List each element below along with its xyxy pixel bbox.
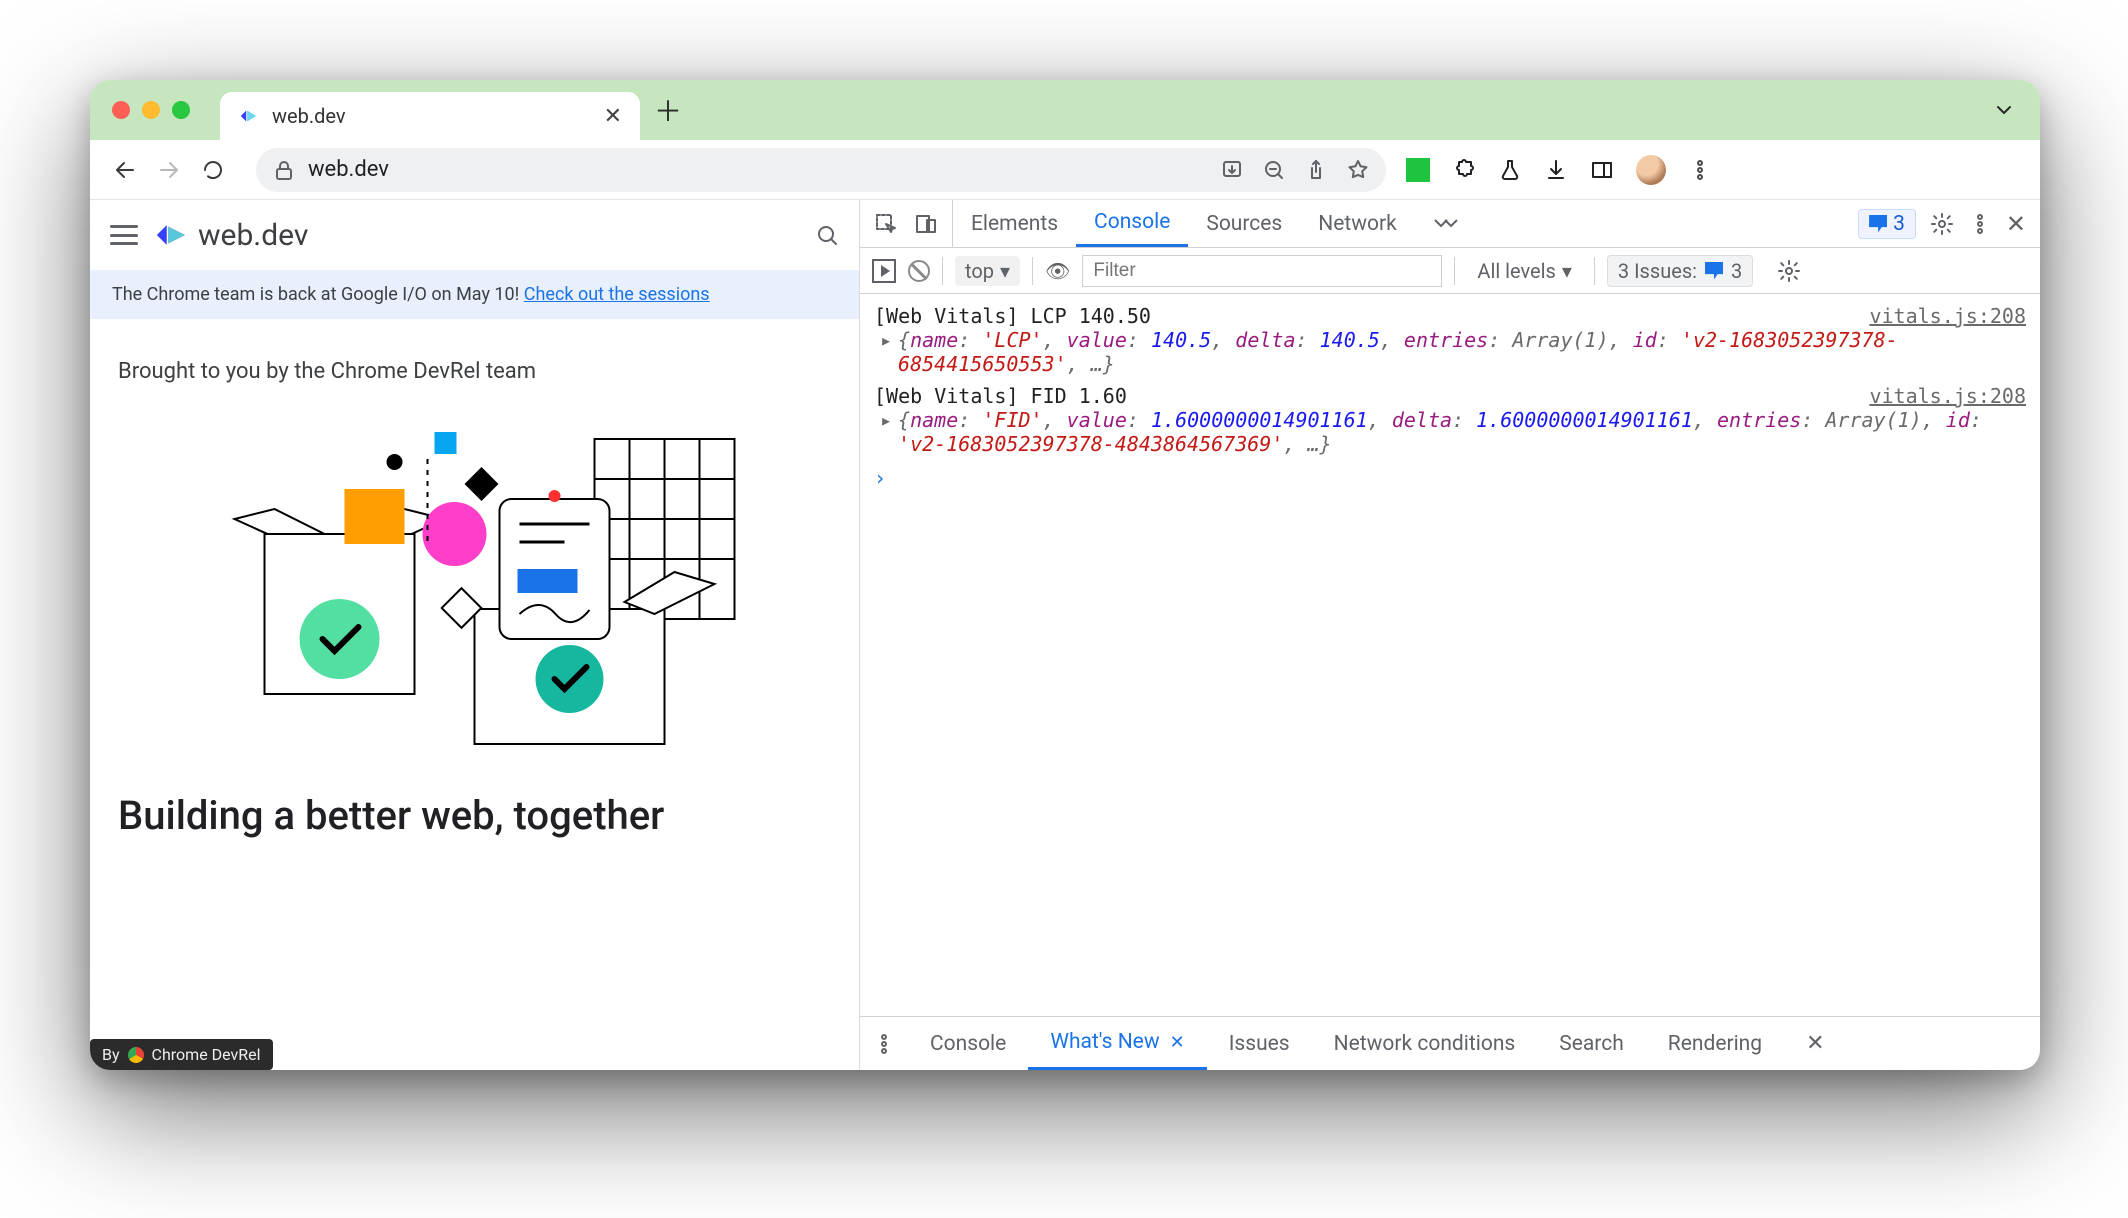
devtools-close-icon[interactable]: ✕ [2006, 210, 2026, 238]
bookmark-star-icon[interactable] [1346, 158, 1370, 182]
announcement-banner: The Chrome team is back at Google I/O on… [90, 270, 859, 319]
browser-window: web.dev ✕ ＋ web.dev [90, 80, 2040, 1070]
devtools-kebab-icon[interactable] [1968, 212, 1992, 236]
drawer-tab-rendering[interactable]: Rendering [1646, 1017, 1784, 1070]
issues-count: 3 [1731, 259, 1742, 283]
console-output[interactable]: vitals.js:208 [Web Vitals] LCP 140.50 ▸ … [860, 294, 2040, 1016]
issues-label: 3 Issues: [1618, 259, 1697, 283]
downloads-icon[interactable] [1544, 158, 1568, 182]
chat-icon [1705, 262, 1723, 280]
tab-sources[interactable]: Sources [1188, 200, 1300, 247]
extensions-puzzle-icon[interactable] [1452, 158, 1476, 182]
console-log-entry: vitals.js:208 [Web Vitals] FID 1.60 ▸ {n… [874, 380, 2026, 460]
device-toolbar-icon[interactable] [914, 212, 938, 236]
drawer-kebab-icon[interactable] [860, 1017, 908, 1070]
webdev-favicon-icon [238, 105, 260, 127]
console-prompt[interactable]: › [874, 460, 2026, 496]
chevron-down-icon: ▾ [1562, 259, 1572, 283]
devtools-drawer: Console What's New ✕ Issues Network cond… [860, 1016, 2040, 1070]
log-title: [Web Vitals] FID 1.60 [874, 384, 1127, 408]
tab-list-button[interactable] [1992, 98, 2016, 122]
clear-console-icon[interactable] [908, 260, 930, 282]
more-tabs-button[interactable] [1415, 200, 1477, 247]
chrome-icon [128, 1047, 144, 1063]
install-icon[interactable] [1220, 158, 1244, 182]
site-header: web.dev [90, 200, 859, 270]
eye-icon[interactable] [1045, 259, 1070, 283]
side-panel-icon[interactable] [1590, 158, 1614, 182]
chevron-down-icon: ▾ [1000, 259, 1010, 283]
hamburger-menu-button[interactable] [110, 225, 138, 245]
context-label: top [965, 259, 994, 283]
tab-strip: web.dev ✕ ＋ [90, 80, 2040, 140]
hero-illustration [118, 414, 831, 774]
drawer-tab-whatsnew[interactable]: What's New ✕ [1028, 1017, 1206, 1070]
tab-network[interactable]: Network [1300, 200, 1415, 247]
reload-button[interactable] [196, 153, 230, 187]
credit-prefix: By [102, 1045, 120, 1064]
minimize-window-button[interactable] [142, 101, 160, 119]
log-source-link[interactable]: vitals.js:208 [1869, 384, 2026, 408]
drawer-close-icon[interactable]: ✕ [1784, 1017, 1846, 1070]
inspect-element-icon[interactable] [874, 212, 898, 236]
tab-close-button[interactable]: ✕ [604, 104, 622, 129]
console-message-badge[interactable]: 3 [1858, 209, 1916, 239]
console-toolbar: top ▾ All levels ▾ 3 Issues: 3 [860, 248, 2040, 294]
drawer-tab-issues[interactable]: Issues [1207, 1017, 1312, 1070]
forward-button[interactable] [152, 153, 186, 187]
share-icon[interactable] [1304, 158, 1328, 182]
drawer-tab-search[interactable]: Search [1537, 1017, 1646, 1070]
live-expression-icon[interactable] [872, 259, 896, 283]
drawer-tab-network-conditions[interactable]: Network conditions [1312, 1017, 1538, 1070]
credit-label: Chrome DevRel [152, 1045, 261, 1064]
drawer-tab-console[interactable]: Console [908, 1017, 1028, 1070]
labs-flask-icon[interactable] [1498, 158, 1522, 182]
log-title: [Web Vitals] LCP 140.50 [874, 304, 1151, 328]
lock-icon [272, 158, 296, 182]
console-message-count: 3 [1893, 212, 1905, 236]
close-icon[interactable]: ✕ [1170, 1032, 1185, 1053]
page-headline: Building a better web, together [118, 792, 831, 839]
log-source-link[interactable]: vitals.js:208 [1869, 304, 2026, 328]
site-search-icon[interactable] [815, 223, 839, 247]
page-subheading: Brought to you by the Chrome DevRel team [118, 359, 831, 384]
url-text: web.dev [308, 157, 1208, 182]
expand-triangle-icon[interactable]: ▸ [880, 408, 892, 432]
profile-avatar[interactable] [1636, 155, 1666, 185]
context-selector[interactable]: top ▾ [955, 256, 1020, 286]
credit-badge: By Chrome DevRel [90, 1039, 273, 1070]
new-tab-button[interactable]: ＋ [654, 90, 682, 130]
banner-text: The Chrome team is back at Google I/O on… [112, 284, 524, 305]
devtools-tabbar: Elements Console Sources Network 3 ✕ [860, 200, 2040, 248]
browser-tab[interactable]: web.dev ✕ [220, 92, 640, 140]
extension-green-square-icon[interactable] [1406, 158, 1430, 182]
tab-console[interactable]: Console [1076, 200, 1188, 247]
window-controls [112, 101, 190, 119]
tab-elements[interactable]: Elements [953, 200, 1076, 247]
webdev-logo-icon [154, 218, 188, 252]
close-window-button[interactable] [112, 101, 130, 119]
chat-icon [1869, 215, 1887, 233]
issues-badge[interactable]: 3 Issues: 3 [1607, 255, 1753, 287]
site-brand-text: web.dev [198, 218, 308, 253]
console-settings-icon[interactable] [1777, 259, 1801, 283]
fullscreen-window-button[interactable] [172, 101, 190, 119]
devtools-pane: Elements Console Sources Network 3 ✕ [860, 200, 2040, 1070]
log-level-selector[interactable]: All levels ▾ [1467, 256, 1581, 286]
banner-link[interactable]: Check out the sessions [524, 284, 710, 305]
browser-toolbar: web.dev [90, 140, 2040, 200]
site-brand[interactable]: web.dev [154, 218, 308, 253]
expand-triangle-icon[interactable]: ▸ [880, 328, 892, 352]
log-level-label: All levels [1477, 259, 1555, 283]
devtools-settings-icon[interactable] [1930, 212, 1954, 236]
address-bar[interactable]: web.dev [256, 148, 1386, 192]
page-pane: web.dev The Chrome team is back at Googl… [90, 200, 860, 1070]
tab-title: web.dev [272, 104, 592, 128]
extensions-row [1406, 155, 1712, 185]
kebab-menu-icon[interactable] [1688, 158, 1712, 182]
zoom-out-icon[interactable] [1262, 158, 1286, 182]
back-button[interactable] [108, 153, 142, 187]
console-filter-input[interactable] [1082, 255, 1442, 287]
console-log-entry: vitals.js:208 [Web Vitals] LCP 140.50 ▸ … [874, 300, 2026, 380]
